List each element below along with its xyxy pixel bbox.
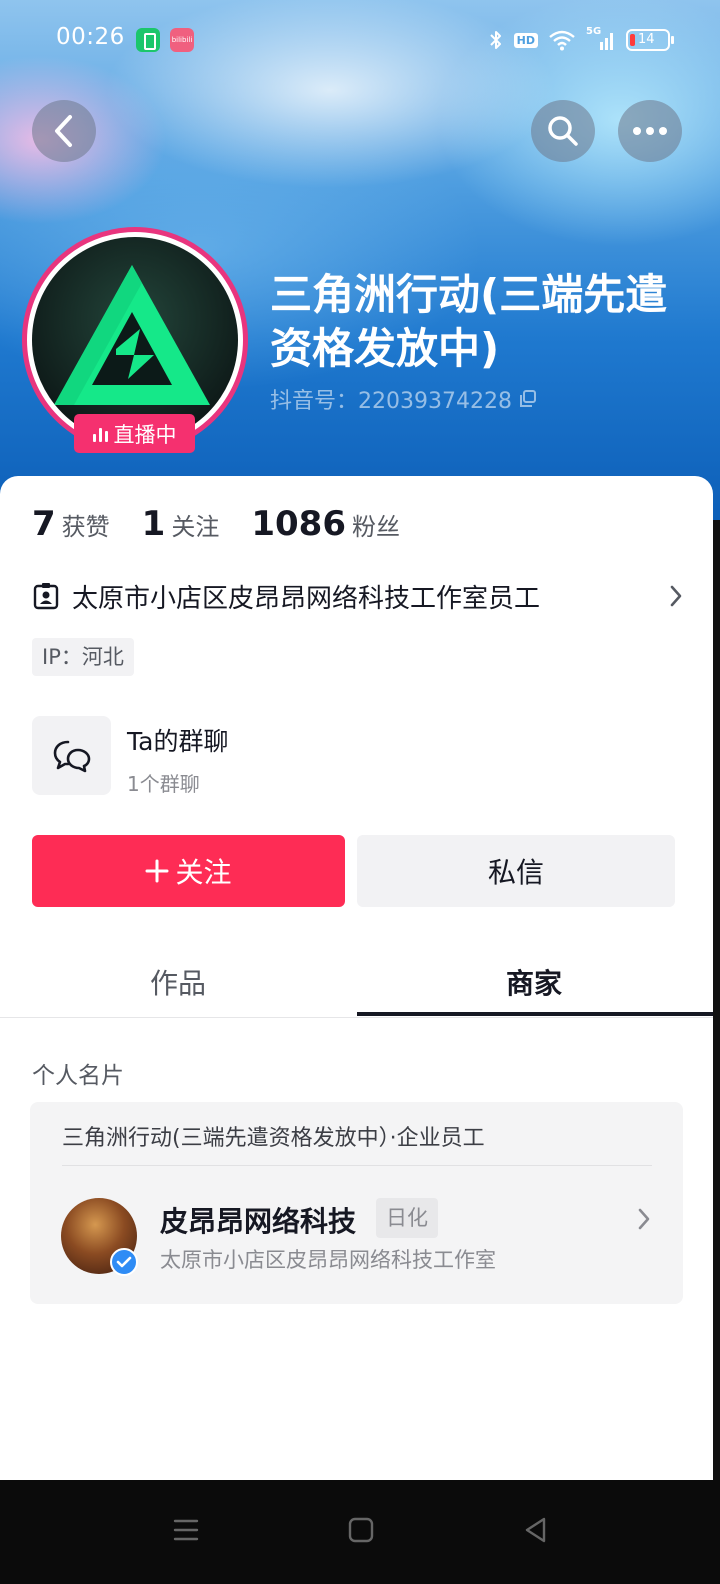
tab-merchant[interactable]: 商家: [356, 946, 712, 1018]
douyin-id[interactable]: 抖音号：22039374228: [270, 383, 538, 415]
following-label: 关注: [171, 513, 220, 541]
business-card-section-title: 个人名片: [32, 1063, 124, 1089]
signal-icon: [600, 33, 613, 50]
message-button[interactable]: 私信: [357, 835, 675, 907]
delta-force-logo: [32, 237, 238, 443]
system-navigation-bar: [0, 1480, 720, 1584]
bluetooth-icon: [489, 31, 501, 49]
likes-count: 7: [32, 504, 56, 544]
home-square-icon: [348, 1517, 374, 1543]
group-chat-count: 1个群聊: [127, 772, 200, 796]
company-info-row[interactable]: 太原市小店区皮昂昂网络科技工作室员工: [32, 576, 684, 616]
chevron-left-icon: [55, 115, 72, 147]
active-tab-indicator: [357, 1012, 713, 1016]
recent-apps-button[interactable]: [166, 1510, 206, 1550]
likes-label: 获赞: [61, 513, 110, 541]
system-back-button[interactable]: [516, 1510, 556, 1550]
divider: [62, 1165, 652, 1166]
company-name: 皮昂昂网络科技: [160, 1205, 357, 1238]
employee-badge-icon: [33, 583, 59, 610]
group-chat-icon-box: [32, 716, 111, 795]
live-badge-label: 直播中: [113, 422, 177, 447]
status-bar: 00:26 bilibili HD 5G 14: [0, 0, 720, 80]
profile-name: 三角洲行动(三端先遣资格发放中): [270, 270, 668, 373]
follow-button-label: 关注: [175, 856, 232, 889]
group-chat-title: Ta的群聊: [127, 727, 229, 756]
status-time: 00:26: [56, 24, 125, 50]
copy-icon: [519, 390, 536, 407]
company-category-tag: 日化: [376, 1198, 438, 1238]
company-text: 太原市小店区皮昂昂网络科技工作室员工: [72, 583, 541, 614]
battery-app-icon: [136, 28, 160, 52]
battery-icon: 14: [626, 29, 674, 51]
likes-stat[interactable]: 7 获赞: [32, 504, 110, 544]
follow-button[interactable]: 关注: [32, 835, 345, 907]
profile-content-sheet: 7 获赞 1 关注 1086 粉丝 太原市小店区皮昂昂网络科技工作室员工 IP：…: [0, 476, 713, 1480]
message-button-label: 私信: [487, 856, 544, 889]
verified-check-icon: [110, 1248, 138, 1276]
ip-location-tag: IP：河北: [32, 638, 134, 676]
following-count: 1: [141, 504, 166, 544]
plus-icon: [145, 859, 169, 883]
followers-count: 1086: [251, 504, 346, 544]
hd-indicator: HD: [513, 32, 538, 48]
tab-works[interactable]: 作品: [0, 946, 356, 1018]
chevron-right-icon: [638, 1208, 650, 1230]
wifi-icon: [549, 30, 575, 51]
cellular-signal: 5G: [586, 26, 616, 52]
bilibili-app-icon: bilibili: [170, 28, 194, 52]
following-stat[interactable]: 1 关注: [142, 504, 220, 544]
company-full-name: 太原市小店区皮昂昂网络科技工作室: [160, 1248, 496, 1272]
chevron-right-icon: [670, 585, 682, 607]
menu-icon: [173, 1519, 199, 1541]
more-dots-icon: [633, 127, 667, 135]
more-options-button[interactable]: [618, 100, 682, 162]
home-button[interactable]: [341, 1510, 381, 1550]
profile-tabs: 作品 商家: [0, 946, 713, 1018]
search-button[interactable]: [531, 100, 595, 162]
back-button[interactable]: [32, 100, 96, 162]
followers-label: 粉丝: [351, 513, 400, 541]
douyin-id-text: 抖音号：22039374228: [270, 389, 512, 414]
live-bars-icon: [92, 426, 108, 442]
search-icon: [548, 116, 578, 146]
business-card-role: 三角洲行动(三端先遣资格发放中）·企业员工: [62, 1126, 485, 1151]
profile-stats: 7 获赞 1 关注 1086 粉丝: [32, 504, 432, 544]
back-triangle-icon: [525, 1517, 546, 1543]
live-status-badge[interactable]: 直播中: [74, 414, 195, 453]
followers-stat[interactable]: 1086 粉丝: [251, 504, 400, 544]
chat-bubbles-icon: [53, 740, 90, 772]
group-chat-entry[interactable]: Ta的群聊 1个群聊: [32, 716, 632, 796]
business-card[interactable]: 三角洲行动(三端先遣资格发放中）·企业员工 皮昂昂网络科技 日化 太原市小店区皮…: [30, 1102, 683, 1304]
